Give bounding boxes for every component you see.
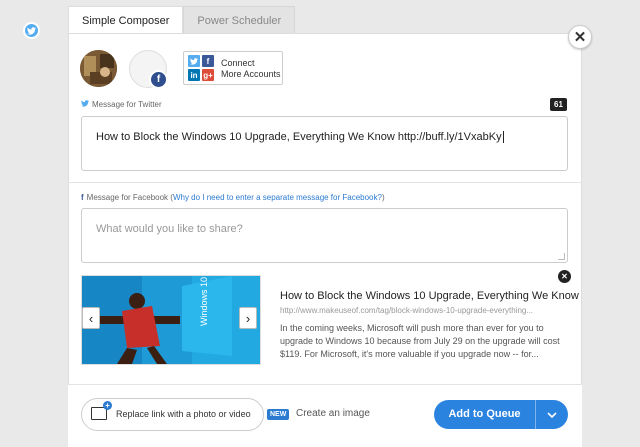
connect-accounts-button[interactable]: f in g+ Connect More Accounts <box>183 51 283 85</box>
connect-label: Connect More Accounts <box>221 58 281 80</box>
connect-label-line2: More Accounts <box>221 69 281 79</box>
create-image-link[interactable]: Create an image <box>296 408 370 419</box>
facebook-message-input[interactable]: What would you like to share? <box>81 208 568 263</box>
twitter-message-label: Message for Twitter <box>81 100 162 109</box>
twitter-icon <box>188 55 200 67</box>
new-badge: NEW <box>267 409 290 420</box>
twitter-message-input[interactable]: How to Block the Windows 10 Upgrade, Eve… <box>81 116 568 171</box>
close-icon: ✕ <box>561 272 568 281</box>
facebook-label-suffix: ) <box>381 193 385 202</box>
connect-label-line1: Connect <box>221 58 255 68</box>
linkedin-icon: in <box>188 69 200 81</box>
windows-10-image-text: Windows 10 <box>199 277 209 326</box>
tab-power-scheduler[interactable]: Power Scheduler <box>183 6 296 34</box>
prev-image-button[interactable]: ‹ <box>82 307 100 329</box>
twitter-small-icon <box>81 100 89 109</box>
section-divider <box>68 182 582 183</box>
link-preview-image: Windows 10 <box>81 275 261 365</box>
queue-options-dropdown[interactable] <box>536 400 568 429</box>
add-to-queue-button[interactable]: Add to Queue <box>434 400 535 429</box>
tab-simple-composer[interactable]: Simple Composer <box>68 6 184 34</box>
link-preview-title[interactable]: How to Block the Windows 10 Upgrade, Eve… <box>280 290 579 302</box>
facebook-message-label: f Message for Facebook (Why do I need to … <box>81 193 385 202</box>
social-icons-grid: f in g+ <box>188 55 214 81</box>
close-button[interactable]: ✕ <box>568 25 592 49</box>
add-to-queue-button-group: Add to Queue <box>434 400 568 429</box>
twitter-badge-icon <box>23 22 40 39</box>
chevron-left-icon: ‹ <box>88 310 94 326</box>
article-illustration: Windows 10 <box>82 276 260 364</box>
composer-tabs: Simple Composer Power Scheduler <box>68 6 296 34</box>
twitter-profile-avatar[interactable] <box>80 50 117 87</box>
facebook-label-text: Message for Facebook ( <box>86 193 173 202</box>
facebook-placeholder: What would you like to share? <box>96 223 243 235</box>
replace-with-photo-button[interactable]: Replace link with a photo or video <box>81 398 264 431</box>
chevron-down-icon <box>547 411 557 418</box>
add-photo-icon <box>91 401 112 420</box>
chevron-right-icon: › <box>245 310 251 326</box>
close-icon: ✕ <box>573 29 587 46</box>
link-preview-url: http://www.makeuseof.com/tag/block-windo… <box>280 306 534 315</box>
facebook-badge-icon: f <box>149 70 168 89</box>
facebook-icon: f <box>202 55 214 67</box>
why-separate-message-link[interactable]: Why do I need to enter a separate messag… <box>173 193 382 202</box>
twitter-message-text: How to Block the Windows 10 Upgrade, Eve… <box>96 131 502 143</box>
avatar-photo <box>80 50 117 87</box>
replace-with-photo-label: Replace link with a photo or video <box>116 409 251 419</box>
twitter-label-text: Message for Twitter <box>92 100 162 109</box>
character-count-badge: 61 <box>550 98 567 111</box>
next-image-button[interactable]: › <box>239 307 257 329</box>
facebook-small-icon: f <box>81 193 84 202</box>
text-cursor <box>502 131 504 143</box>
link-preview-description[interactable]: In the coming weeks, Microsoft will push… <box>280 322 570 361</box>
remove-link-preview-button[interactable]: ✕ <box>558 270 571 283</box>
resize-handle[interactable] <box>558 253 565 260</box>
google-plus-icon: g+ <box>202 69 214 81</box>
